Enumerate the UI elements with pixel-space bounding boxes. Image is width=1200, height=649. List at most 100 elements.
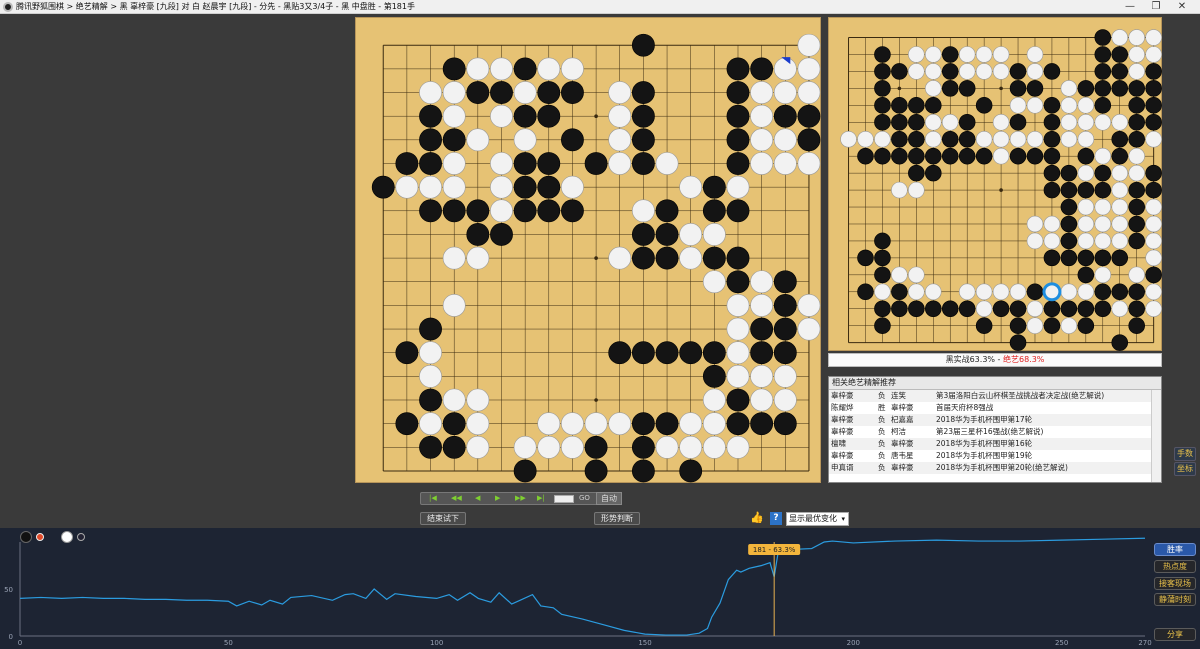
main-white-stone: [466, 246, 490, 270]
main-black-stone: [726, 81, 750, 104]
main-black-stone: [490, 81, 513, 104]
main-white-stone: [797, 57, 821, 81]
minimize-button[interactable]: —: [1117, 0, 1143, 14]
maximize-button[interactable]: ❐: [1143, 0, 1169, 14]
main-go-board[interactable]: 321: [355, 17, 821, 483]
close-button[interactable]: ✕: [1169, 0, 1195, 14]
analysis-white-stone: [975, 46, 993, 63]
main-black-stone: [631, 412, 655, 436]
coordinate-toggle[interactable]: 坐标: [1174, 462, 1196, 476]
recommended-game-row[interactable]: 辜梓豪 负杞嘉嘉 2018华为手机杯围甲第17轮: [829, 414, 1161, 426]
recommended-scrollbar[interactable]: [1151, 390, 1161, 482]
like-icon[interactable]: 👍: [750, 511, 764, 525]
analysis-black-stone: [1060, 181, 1078, 199]
recommended-game-row[interactable]: 申真谞 负辜梓豪 2018华为手机杯围甲第20轮(绝艺解说): [829, 462, 1161, 474]
recommended-game-row[interactable]: 辜梓豪 负唐韦星 2018华为手机杯围甲第19轮: [829, 450, 1161, 462]
analysis-white-stone: [1077, 232, 1095, 250]
analysis-black-stone: [941, 130, 959, 148]
x-tick-label: 100: [430, 639, 443, 647]
analysis-black-stone: [1077, 181, 1095, 199]
analysis-white-stone: [1060, 80, 1078, 97]
main-black-stone: [584, 435, 608, 459]
analysis-black-stone: [874, 300, 891, 318]
analysis-white-stone: [1145, 249, 1162, 267]
main-black-stone: [750, 57, 774, 81]
go-button[interactable]: GO: [579, 494, 590, 502]
chevron-down-icon: ▾: [841, 515, 845, 523]
main-white-stone: [726, 317, 750, 341]
main-white-stone: [608, 104, 632, 128]
auto-play-button[interactable]: 自动: [596, 492, 622, 505]
x-tick-label: 0: [18, 639, 22, 647]
analysis-white-stone: [1128, 46, 1145, 63]
analysis-black-stone: [874, 147, 891, 165]
analysis-white-stone: [958, 283, 976, 301]
analysis-white-stone: [1111, 29, 1129, 46]
win-rate-chart-panel: 0 50 100 150 200 250 270 0 50 181 - 63.3%: [0, 528, 1200, 649]
move-number-input[interactable]: [554, 495, 574, 503]
variation-select[interactable]: 显示最优变化 ▾: [786, 512, 849, 526]
win-rate-chart[interactable]: 0 50 100 150 200 250 270 0 50 181 - 63.3%: [0, 528, 1200, 649]
previous-move-button[interactable]: ◀: [475, 494, 480, 502]
win-rate-tab[interactable]: 胜率: [1154, 543, 1196, 556]
game-white: 辜梓豪: [891, 439, 914, 448]
main-black-stone: [513, 199, 537, 223]
analysis-white-stone: [1128, 63, 1145, 80]
analysis-black-stone: [1128, 130, 1145, 148]
heat-tab[interactable]: 热点度: [1154, 560, 1196, 573]
main-black-stone: [442, 199, 466, 223]
share-button[interactable]: 分享: [1154, 628, 1196, 641]
analysis-white-stone: [1077, 283, 1095, 301]
analysis-white-stone: [1026, 46, 1044, 63]
forward-ten-button[interactable]: ▶▶: [515, 494, 526, 502]
main-white-stone: [442, 152, 466, 175]
recommended-game-row[interactable]: 辜梓豪 负柯洁 第23届三星杯16强战(绝艺解说): [829, 426, 1161, 438]
main-black-stone: [466, 223, 490, 246]
main-black-stone: [631, 33, 655, 57]
main-black-stone: [726, 246, 750, 270]
main-black-stone: [513, 104, 537, 128]
analysis-white-stone: [992, 46, 1010, 63]
analysis-black-stone: [874, 46, 891, 63]
recommended-game-row[interactable]: 辜梓豪 负连笑 第3届洛阳白云山杯棋圣战挑战者决定战(绝艺解说): [829, 390, 1161, 402]
situation-judge-button[interactable]: 形势判断: [594, 512, 640, 525]
analysis-white-stone: [1026, 215, 1044, 233]
analysis-black-stone: [1128, 300, 1145, 318]
analysis-black-stone: [1145, 80, 1162, 97]
analysis-white-stone: [1077, 97, 1095, 114]
last-move-button[interactable]: ▶|: [537, 494, 545, 502]
analysis-white-stone: [975, 283, 993, 301]
back-ten-button[interactable]: ◀◀: [451, 494, 462, 502]
first-move-button[interactable]: |◀: [429, 494, 437, 502]
analysis-black-stone: [1094, 46, 1112, 63]
end-trial-button[interactable]: 结束试下: [420, 512, 466, 525]
move-number-toggle[interactable]: 手数: [1174, 447, 1196, 461]
main-white-stone: [797, 293, 821, 317]
analysis-black-stone: [958, 80, 976, 97]
main-black-stone: [750, 412, 774, 436]
recommended-game-row[interactable]: 檀啸 负辜梓豪 2018华为手机杯围甲第16轮: [829, 438, 1161, 450]
game-white: 连笑: [891, 391, 906, 400]
match-field-tab[interactable]: 接客现场: [1154, 577, 1196, 590]
kill-time-tab[interactable]: 静蒲时刻: [1154, 593, 1196, 606]
main-white-stone: [419, 412, 442, 436]
analysis-go-board[interactable]: [828, 17, 1162, 351]
help-icon[interactable]: ?: [770, 512, 782, 525]
main-black-stone: [773, 341, 797, 365]
main-white-stone: [419, 175, 442, 199]
x-tick-label: 270: [1138, 639, 1151, 647]
y-tick-label: 50: [4, 586, 13, 594]
main-board-grid[interactable]: 321: [356, 18, 822, 484]
next-move-button[interactable]: ▶: [495, 494, 500, 502]
main-black-stone: [726, 104, 750, 128]
analysis-black-stone: [891, 300, 908, 318]
main-white-stone: [702, 412, 726, 436]
recommended-game-row[interactable]: 陈耀烨 胜辜梓豪 首届天府杯8强战: [829, 402, 1161, 414]
main-black-stone: [537, 81, 561, 104]
analysis-board-grid[interactable]: [829, 18, 1163, 352]
main-black-stone: [561, 128, 584, 152]
analysis-white-stone: [1111, 232, 1129, 250]
analysis-white-stone: [1145, 29, 1162, 46]
analysis-black-stone: [1111, 249, 1129, 267]
analysis-black-stone: [1077, 147, 1095, 165]
